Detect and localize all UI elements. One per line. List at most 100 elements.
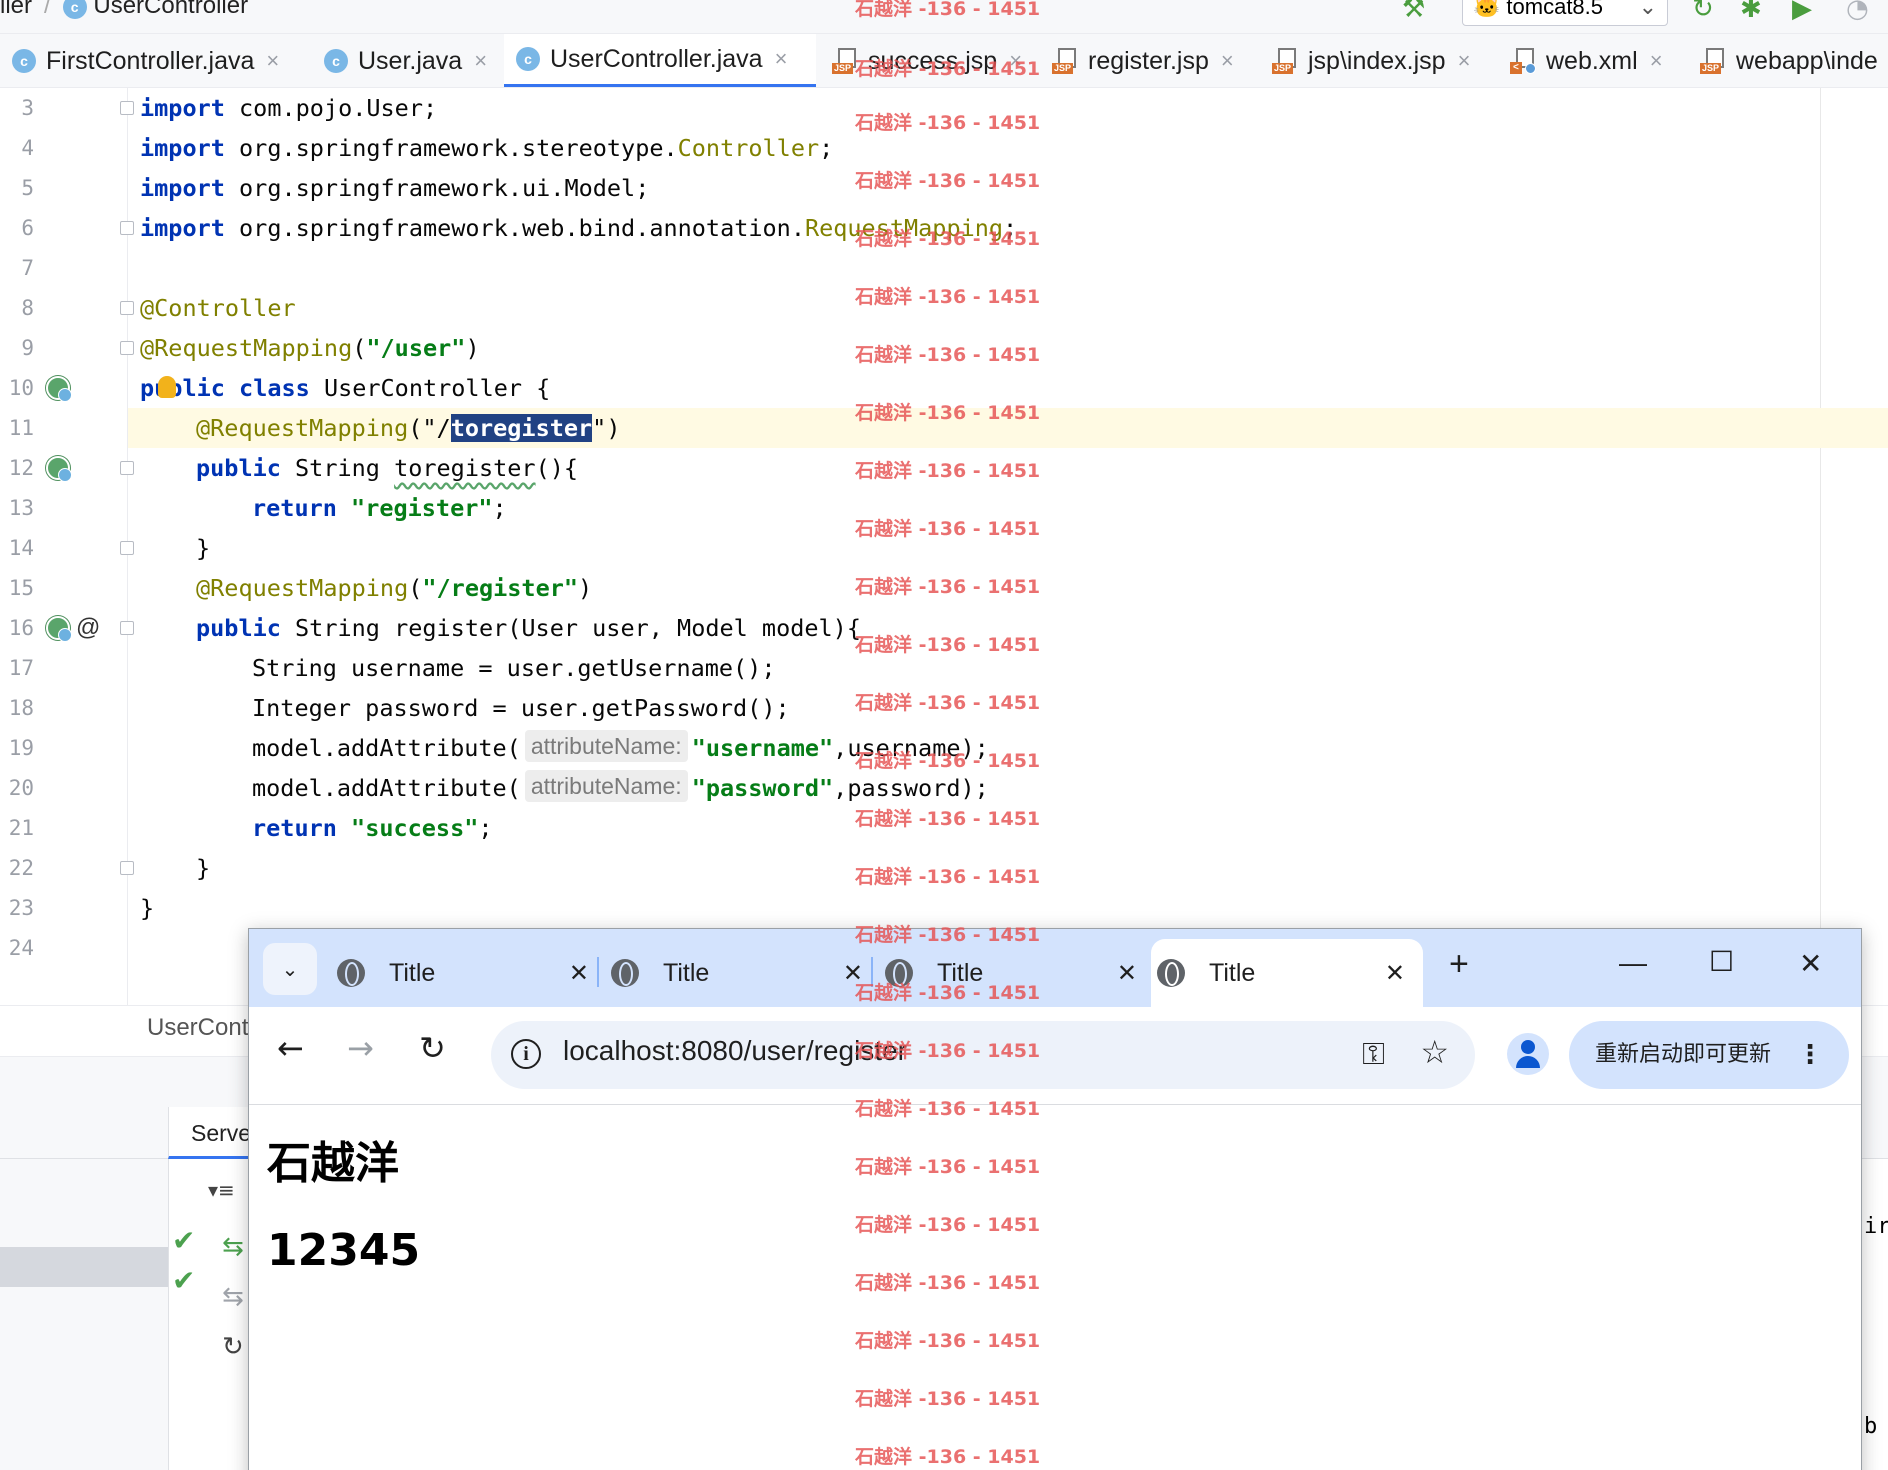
web-endpoint-icon[interactable]: @ <box>76 614 100 642</box>
tab-user-controller[interactable]: c UserController.java × <box>504 34 816 87</box>
console-output-fragment: b <box>1864 1414 1878 1439</box>
tab-label: webapp\inde <box>1736 46 1878 75</box>
reload-icon[interactable]: ↻ <box>419 1029 446 1067</box>
fold-marker-icon[interactable] <box>120 301 134 315</box>
code-line: } <box>196 534 211 562</box>
line-number: 21 <box>8 816 34 840</box>
globe-icon <box>885 959 913 987</box>
close-icon[interactable]: × <box>1009 48 1022 74</box>
line-number: 10 <box>8 376 34 400</box>
breadcrumb-package[interactable]: ller <box>0 0 32 19</box>
tab-webapp-index[interactable]: JSP webapp\inde <box>1688 34 1878 87</box>
rerun-icon[interactable]: ↻ <box>1692 0 1714 24</box>
site-info-icon[interactable]: i <box>511 1039 541 1069</box>
close-icon[interactable]: × <box>1221 48 1234 74</box>
debug-bug-icon[interactable]: ✱ <box>1740 0 1762 24</box>
url-text[interactable]: localhost:8080/user/register <box>563 1035 907 1067</box>
more-menu-icon[interactable]: ⋮ <box>1797 1021 1823 1089</box>
password-key-icon[interactable]: ⚿ <box>1362 1037 1385 1072</box>
bookmark-star-icon[interactable]: ☆ <box>1420 1033 1449 1071</box>
chevron-down-icon: ⌄ <box>1638 0 1657 19</box>
code-line: @Controller <box>140 294 296 322</box>
line-number: 22 <box>8 856 34 880</box>
line-number: 16 <box>8 616 34 640</box>
fold-marker-icon[interactable] <box>120 221 134 235</box>
line-number: 15 <box>8 576 34 600</box>
browser-tab[interactable]: Title ✕ <box>611 939 881 1007</box>
close-icon[interactable]: × <box>474 48 487 74</box>
build-hammer-icon[interactable]: ⚒ <box>1402 0 1425 24</box>
maximize-icon[interactable]: ☐ <box>1709 945 1734 978</box>
selected-text[interactable]: toregister <box>450 414 593 442</box>
close-tab-icon[interactable]: ✕ <box>843 959 863 988</box>
spring-bean-icon[interactable] <box>46 376 72 402</box>
relaunch-to-update-button[interactable]: 重新启动即可更新 ⋮ <box>1569 1021 1849 1089</box>
breadcrumb-class[interactable]: UserCont <box>147 1014 248 1042</box>
parameter-hint: attributeName: <box>524 770 688 802</box>
update-application-icon[interactable]: ⇆ <box>222 1232 244 1262</box>
tab-search-chevron-icon[interactable]: ⌄ <box>263 943 317 995</box>
tab-first-controller[interactable]: c FirstController.java × <box>0 34 279 87</box>
run-configuration-selector[interactable]: 🐱 tomcat8.5 ⌄ <box>1462 0 1668 26</box>
restart-icon[interactable]: ↻ <box>222 1332 244 1362</box>
browser-tab-strip: ⌄ Title ✕ Title ✕ Title ✕ Title ✕ + — ☐ … <box>249 929 1861 1007</box>
browser-window: ⌄ Title ✕ Title ✕ Title ✕ Title ✕ + — ☐ … <box>248 928 1862 1470</box>
close-tab-icon[interactable]: ✕ <box>1117 959 1137 988</box>
minimize-icon[interactable]: — <box>1619 947 1647 979</box>
update-button-label: 重新启动即可更新 <box>1595 1042 1772 1067</box>
code-editor[interactable]: 3 4 5 6 7 8 9 10 11 12 13 14 15 16 17 18… <box>0 88 1888 1005</box>
close-icon[interactable]: × <box>775 46 788 72</box>
tab-register-jsp[interactable]: JSP register.jsp × <box>1040 34 1234 87</box>
page-content: 石越洋 12345 <box>249 1105 1861 1470</box>
browser-tab-title: Title <box>1209 958 1256 987</box>
browser-tab-active[interactable]: Title ✕ <box>1151 939 1423 1007</box>
line-number: 18 <box>8 696 34 720</box>
tab-label: User.java <box>358 46 463 75</box>
browser-tab[interactable]: Title ✕ <box>337 939 607 1007</box>
close-tab-icon[interactable]: ✕ <box>569 959 589 988</box>
forward-arrow-icon[interactable]: → <box>347 1029 374 1067</box>
breadcrumb: ller / c UserController <box>0 0 248 20</box>
fold-marker-icon[interactable] <box>120 341 134 355</box>
redeploy-icon[interactable]: ⇆ <box>222 1282 244 1312</box>
address-bar[interactable]: i localhost:8080/user/register ⚿ ☆ <box>491 1021 1475 1089</box>
code-line: return "success"; <box>252 814 493 842</box>
console-output-fragment: ir <box>1864 1214 1888 1239</box>
profiler-icon[interactable]: ◔ <box>1846 0 1869 24</box>
close-icon[interactable]: × <box>1458 48 1471 74</box>
fold-marker-icon[interactable] <box>120 861 134 875</box>
fold-marker-icon[interactable] <box>120 541 134 555</box>
fold-marker-icon[interactable] <box>120 461 134 475</box>
line-number: 19 <box>8 736 34 760</box>
profile-avatar-icon[interactable] <box>1507 1033 1549 1075</box>
new-tab-plus-icon[interactable]: + <box>1449 945 1469 984</box>
browser-tab[interactable]: Title ✕ <box>885 939 1155 1007</box>
services-filter-icon[interactable]: ▾≡ <box>208 1178 235 1202</box>
breadcrumb-class[interactable]: UserController <box>93 0 248 19</box>
fold-marker-icon[interactable] <box>120 101 134 115</box>
back-arrow-icon[interactable]: ← <box>277 1029 304 1067</box>
close-tab-icon[interactable]: ✕ <box>1385 959 1405 988</box>
class-icon: c <box>62 0 87 19</box>
line-number: 17 <box>8 656 34 680</box>
run-with-coverage-icon[interactable]: ▶ <box>1792 0 1812 24</box>
browser-tab-title: Title <box>663 958 710 987</box>
code-line: @RequestMapping("/user") <box>140 334 480 362</box>
close-icon[interactable]: × <box>266 48 279 74</box>
spring-mapping-icon[interactable] <box>46 616 72 642</box>
spring-mapping-icon[interactable] <box>46 456 72 482</box>
services-selected-row[interactable] <box>0 1247 168 1287</box>
close-window-icon[interactable]: ✕ <box>1799 947 1822 980</box>
tab-web-xml[interactable]: < web.xml × <box>1498 34 1663 87</box>
intention-bulb-icon[interactable] <box>158 376 176 398</box>
tab-success-jsp[interactable]: JSP success.jsp × <box>820 34 1022 87</box>
tab-separator <box>597 957 599 987</box>
close-icon[interactable]: × <box>1650 48 1663 74</box>
code-line: import com.pojo.User; <box>140 94 438 122</box>
globe-icon <box>337 959 365 987</box>
fold-marker-icon[interactable] <box>120 621 134 635</box>
browser-tab-title: Title <box>937 958 984 987</box>
right-margin-guide <box>1820 88 1821 1005</box>
tab-user-java[interactable]: c User.java × <box>312 34 487 87</box>
tab-index-jsp[interactable]: JSP jsp\index.jsp × <box>1260 34 1471 87</box>
